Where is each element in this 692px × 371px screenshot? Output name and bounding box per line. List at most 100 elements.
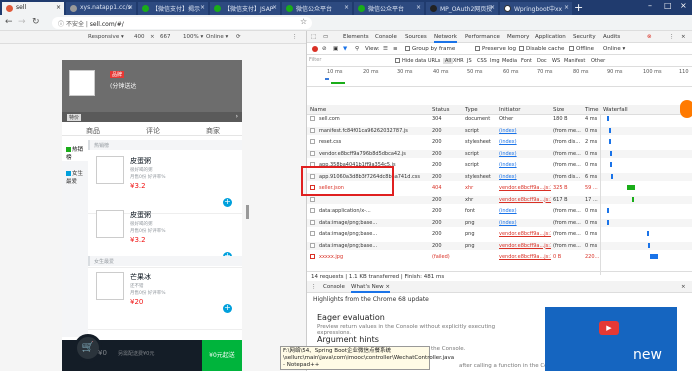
tab-console[interactable]: Console — [375, 34, 397, 40]
list-view-icon[interactable]: ☰ — [383, 46, 388, 52]
rotate-icon[interactable]: ⟳ — [236, 34, 241, 40]
close-icon[interactable]: × — [200, 4, 205, 11]
width-input[interactable]: 400 — [134, 34, 145, 40]
info-icon[interactable]: ⓘ — [58, 21, 64, 28]
filter-ws[interactable]: WS — [552, 58, 560, 64]
filter-js[interactable]: JS — [467, 58, 472, 64]
food-item[interactable]: 芒果冰 还不错 月售0份 好评率% ¥20 + — [88, 266, 242, 330]
tab-sources[interactable]: Sources — [405, 34, 427, 40]
cell-initiator[interactable]: vendor.e8bcff9a...js:1 — [499, 185, 551, 191]
cell-initiator[interactable]: vendor.e8bcff9a...js:1 — [499, 254, 551, 260]
zoom-select[interactable]: 100% ▾ — [183, 34, 203, 40]
cell-initiator[interactable]: Other — [499, 116, 551, 122]
device-toggle-icon[interactable]: ▭ — [323, 34, 328, 40]
drawer-tab-console[interactable]: Console — [323, 284, 345, 290]
close-drawer-icon[interactable]: × — [681, 284, 686, 290]
close-icon[interactable]: × — [564, 4, 569, 11]
minimize-icon[interactable]: – — [648, 1, 652, 10]
browser-tab[interactable]: Wpringboot中xx × — [500, 2, 572, 15]
browser-tab[interactable]: 【微信支付】揭示 × — [138, 2, 208, 15]
tab-memory[interactable]: Memory — [507, 34, 529, 40]
filter-other[interactable]: Other — [591, 58, 605, 64]
tab-security[interactable]: Security — [573, 34, 596, 40]
tab-application[interactable]: Application — [535, 34, 566, 40]
throttle-select[interactable]: Online ▾ — [206, 34, 228, 40]
tab-audits[interactable]: Audits — [603, 34, 620, 40]
network-overview[interactable]: 10 ms 20 ms 30 ms 40 ms 50 ms 60 ms 70 m… — [307, 67, 692, 87]
shopcart-bar[interactable]: 🛒 ¥0 另需配送费¥0元 ¥0元起送 — [62, 334, 242, 371]
filter-font[interactable]: Font — [521, 58, 532, 64]
cell-initiator[interactable]: vendor.e8bcff9a...js:1 — [499, 243, 551, 249]
cell-initiator[interactable]: (index) — [499, 151, 551, 157]
tab-network[interactable]: Network — [434, 34, 457, 43]
release-video[interactable]: ▶ new — [545, 307, 677, 371]
cell-initiator[interactable]: (index) — [499, 220, 551, 226]
close-icon[interactable]: × — [56, 4, 61, 11]
browser-tab[interactable]: 微信公众平台 × — [282, 2, 352, 15]
search-icon[interactable]: ⚲ — [355, 46, 359, 52]
cell-initiator[interactable]: (index) — [499, 139, 551, 145]
column-waterfall[interactable]: Waterfall — [603, 107, 628, 113]
filter-media[interactable]: Media — [502, 58, 517, 64]
browser-tab[interactable]: xys.natapp1.cc/s × — [66, 2, 136, 15]
tab-ratings[interactable]: 评论 — [146, 126, 160, 136]
tab-elements[interactable]: Elements — [343, 34, 369, 40]
column-initiator[interactable]: Initiator — [499, 107, 520, 113]
checkout-button[interactable]: ¥0元起送 — [202, 340, 242, 371]
camera-icon[interactable]: ▣ — [333, 46, 338, 52]
close-icon[interactable]: × — [490, 4, 495, 11]
column-status[interactable]: Status — [432, 107, 450, 113]
close-window-icon[interactable]: × — [680, 1, 687, 10]
maximize-icon[interactable]: □ — [664, 1, 672, 10]
browser-tab[interactable]: sell × — [2, 2, 64, 15]
group-by-frame-toggle[interactable]: Group by frame — [405, 46, 455, 52]
column-time[interactable]: Time — [585, 107, 598, 113]
filter-icon[interactable]: ▼ — [343, 46, 347, 52]
tab-goods[interactable]: 商品 — [86, 126, 100, 136]
device-select[interactable]: Responsive ▾ — [88, 34, 124, 40]
notice-bar[interactable]: 特价 › — [62, 112, 242, 122]
browser-tab[interactable]: MP_OAuth2网页授 × — [426, 2, 498, 15]
cell-initiator[interactable]: (index) — [499, 128, 551, 134]
filter-xhr[interactable]: XHR — [453, 58, 464, 64]
filter-all[interactable]: All — [443, 58, 454, 64]
bookmark-star-icon[interactable]: ☆ — [300, 17, 307, 26]
back-icon[interactable]: ← — [5, 17, 13, 27]
filter-css[interactable]: CSS — [477, 58, 487, 64]
filter-doc[interactable]: Doc — [537, 58, 547, 64]
filter-manifest[interactable]: Manifest — [564, 58, 585, 64]
column-type[interactable]: Type — [465, 107, 478, 113]
close-icon[interactable]: × — [416, 4, 421, 11]
offline-toggle[interactable]: Offline — [569, 46, 594, 52]
close-icon[interactable]: × — [128, 4, 133, 11]
close-icon[interactable]: × — [272, 4, 277, 11]
record-icon[interactable] — [312, 46, 318, 52]
overview-icon[interactable]: ≡ — [393, 46, 398, 52]
cart-icon[interactable]: 🛒 — [74, 334, 102, 362]
viewport-resize-handle[interactable] — [246, 205, 249, 219]
menu-item-girls[interactable]: 女生最爱 — [62, 161, 88, 185]
floating-badge[interactable] — [680, 100, 692, 118]
filter-img[interactable]: Img — [490, 58, 500, 64]
drawer-tab-whats-new[interactable]: What's New × — [351, 284, 390, 293]
error-count-icon[interactable]: ⊗ — [647, 34, 652, 40]
cell-initiator[interactable]: vendor.e8bcff9a...js:1 — [499, 197, 551, 203]
browser-tab[interactable]: 微信公众平台 × — [354, 2, 424, 15]
cell-initiator[interactable]: (index) — [499, 208, 551, 214]
hide-data-urls-toggle[interactable]: Hide data URLs — [395, 58, 440, 64]
height-input[interactable]: 667 — [160, 34, 171, 40]
preserve-log-toggle[interactable]: Preserve log — [475, 46, 516, 52]
cell-initiator[interactable]: vendor.e8bcff9a...js:1 — [499, 231, 551, 237]
throttling-select[interactable]: Online ▾ — [603, 46, 625, 52]
menu-item-hot[interactable]: 热销榜 — [62, 137, 88, 161]
column-size[interactable]: Size — [553, 107, 564, 113]
new-tab-button[interactable]: + — [574, 1, 583, 14]
reload-icon[interactable]: ↻ — [32, 17, 40, 27]
clear-icon[interactable]: ⊘ — [322, 46, 327, 52]
close-icon[interactable]: × — [344, 4, 349, 11]
close-icon[interactable]: × — [681, 34, 686, 40]
more-icon[interactable]: ⋮ — [669, 34, 675, 40]
more-options-icon[interactable]: ⋮ — [292, 34, 298, 40]
drawer-menu-icon[interactable]: ⋮ — [311, 284, 317, 290]
tab-performance[interactable]: Performance — [465, 34, 500, 40]
